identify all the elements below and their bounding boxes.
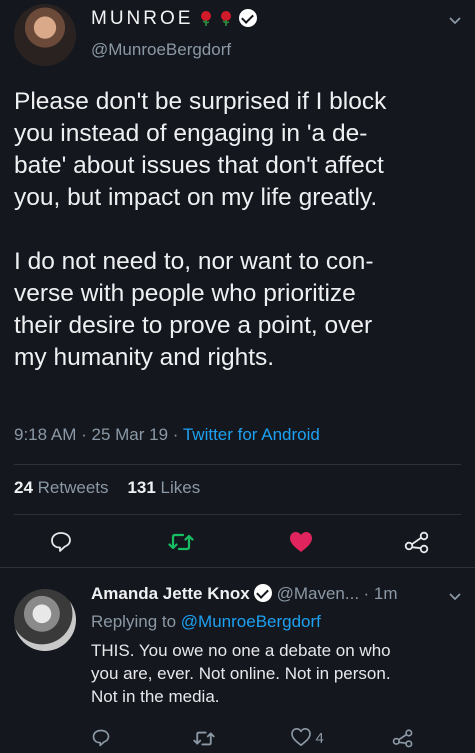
reply-icon[interactable] — [49, 530, 73, 554]
tweet-source-link[interactable]: Twitter for Android — [183, 425, 320, 444]
verified-icon — [254, 584, 273, 602]
retweets-count: 24 — [14, 478, 33, 497]
share-icon[interactable] — [392, 728, 414, 748]
reply-display-name[interactable]: Amanda Jette Knox — [91, 584, 250, 603]
rose-icon — [221, 11, 232, 26]
chevron-down-icon[interactable] — [448, 592, 462, 602]
divider — [14, 464, 461, 465]
tweet-time: 9:18 AM — [14, 425, 77, 444]
likes-count: 131 — [127, 478, 156, 497]
chevron-down-icon[interactable] — [448, 16, 462, 26]
tweet-date: 25 Mar 19 — [91, 425, 169, 444]
tweet-text: Please don't be surprised if I block you… — [14, 88, 387, 371]
replying-prefix: Replying to — [91, 612, 177, 631]
retweet-icon[interactable] — [193, 729, 215, 748]
reply-like-count: 4 — [315, 730, 324, 747]
reply-handle[interactable]: @Maven... — [277, 584, 359, 603]
replying-handle-link[interactable]: @MunroeBergdorf — [181, 612, 321, 631]
heart-icon — [291, 728, 311, 746]
retweets-stat[interactable]: 24 Retweets — [14, 478, 109, 497]
display-name[interactable]: MUNROE — [91, 8, 193, 29]
likes-stat[interactable]: 131 Likes — [127, 478, 200, 497]
replying-to: Replying to @MunroeBergdorf — [91, 612, 321, 632]
handle[interactable]: @MunroeBergdorf — [91, 40, 231, 60]
reply-icon[interactable] — [91, 728, 111, 748]
likes-label: Likes — [160, 478, 201, 497]
retweet-icon[interactable] — [168, 531, 194, 553]
share-icon[interactable] — [404, 530, 430, 554]
divider — [0, 567, 475, 568]
heart-icon[interactable] — [289, 531, 313, 553]
retweets-label: Retweets — [37, 478, 109, 497]
meta-separator: · — [168, 425, 183, 444]
verified-icon — [238, 9, 257, 27]
author-row: MUNROE — [91, 8, 257, 30]
reply-author-row: Amanda Jette Knox @Maven... · 1m — [91, 584, 398, 604]
reply-like[interactable]: 4 — [291, 728, 324, 748]
avatar[interactable] — [14, 4, 76, 66]
tweet-meta: 9:18 AM · 25 Mar 19 · Twitter for Androi… — [14, 425, 320, 445]
reply-avatar[interactable] — [14, 589, 76, 651]
rose-icon — [200, 11, 211, 26]
reply-text: THIS. You owe no one a debate on who you… — [91, 641, 391, 706]
tweet-stats: 24 Retweets 131 Likes — [14, 478, 200, 498]
divider — [14, 514, 461, 515]
meta-separator: · — [76, 425, 92, 444]
reply-time: · 1m — [363, 584, 398, 603]
